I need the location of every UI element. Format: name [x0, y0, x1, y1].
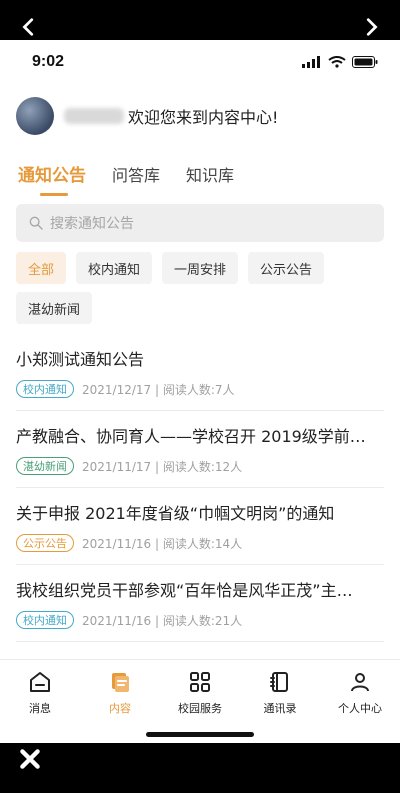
home-icon	[30, 672, 50, 692]
welcome-text: 欢迎您来到内容中心!	[128, 108, 279, 127]
home-indicator	[146, 732, 254, 737]
viewer-frame: 9:02 欢迎您来到内容中心! 通知公告 问答库 知识库 搜索通知公告 全部 校…	[0, 0, 400, 793]
filter-campus-notice[interactable]: 校内通知	[76, 252, 153, 284]
status-time: 9:02	[32, 53, 65, 70]
tab-notices[interactable]: 通知公告	[18, 161, 86, 196]
filter-chips: 全部 校内通知 一周安排 公示公告 湛幼新闻	[0, 242, 400, 324]
item-meta: 湛幼新闻 2021/11/17 | 阅读人数:12人	[16, 457, 384, 475]
search-placeholder: 搜索通知公告	[50, 216, 134, 232]
item-meta: 校内通知 2021/12/17 | 阅读人数:7人	[16, 380, 384, 398]
bottom-navigation: 消息 内容 校园服务 通讯录 个人中心	[0, 659, 400, 743]
content-tabs: 通知公告 问答库 知识库	[0, 140, 400, 196]
previous-arrow-icon[interactable]	[14, 12, 44, 42]
avatar[interactable]	[16, 97, 54, 135]
wifi-icon	[328, 56, 346, 68]
phone-screen: 9:02 欢迎您来到内容中心! 通知公告 问答库 知识库 搜索通知公告 全部 校…	[0, 40, 400, 743]
bottom-tab-contacts[interactable]: 通讯录	[244, 670, 316, 716]
grid-icon	[190, 672, 210, 692]
battery-icon	[352, 56, 378, 68]
item-date-reads: 2021/11/17 | 阅读人数:12人	[82, 459, 243, 474]
filter-news[interactable]: 湛幼新闻	[16, 292, 93, 324]
item-tag: 校内通知	[16, 380, 74, 398]
contacts-icon	[270, 672, 288, 692]
bottom-tab-messages[interactable]: 消息	[4, 670, 76, 716]
welcome-header: 欢迎您来到内容中心!	[0, 84, 400, 140]
item-tag: 公示公告	[16, 534, 74, 552]
content-icon	[112, 673, 129, 692]
bottom-tab-label: 内容	[109, 702, 131, 715]
item-date-reads: 2021/11/16 | 阅读人数:14人	[82, 536, 243, 551]
filter-weekly-schedule[interactable]: 一周安排	[162, 252, 239, 284]
item-date-reads: 2021/11/16 | 阅读人数:21人	[82, 613, 243, 628]
filter-all[interactable]: 全部	[16, 252, 67, 284]
item-title: 产教融合、协同育人——学校召开 2019级学前…	[16, 427, 366, 446]
bottom-tab-profile[interactable]: 个人中心	[324, 670, 396, 716]
search-icon	[29, 216, 43, 230]
close-icon[interactable]	[14, 743, 46, 775]
list-item[interactable]: 产教融合、协同育人——学校召开 2019级学前… 湛幼新闻 2021/11/17…	[16, 411, 384, 488]
status-icons	[302, 56, 378, 68]
status-bar: 9:02	[0, 40, 400, 84]
list-item[interactable]: 小郑测试通知公告 校内通知 2021/12/17 | 阅读人数:7人	[16, 334, 384, 411]
item-title: 关于申报 2021年度省级“巾帼文明岗”的通知	[16, 504, 335, 523]
list-item[interactable]: 我校组织党员干部参观“百年恰是风华正茂”主… 校内通知 2021/11/16 |…	[16, 565, 384, 642]
bottom-tab-label: 校园服务	[178, 702, 222, 715]
item-tag: 湛幼新闻	[16, 457, 74, 475]
item-tag: 校内通知	[16, 611, 74, 629]
bottom-tab-label: 消息	[29, 702, 51, 715]
blurred-username	[64, 108, 124, 124]
bottom-tab-label: 通讯录	[263, 702, 297, 715]
item-meta: 校内通知 2021/11/16 | 阅读人数:21人	[16, 611, 384, 629]
bottom-tab-label: 个人中心	[338, 702, 382, 715]
item-date-reads: 2021/12/17 | 阅读人数:7人	[82, 382, 235, 397]
item-title: 我校组织党员干部参观“百年恰是风华正茂”主…	[16, 581, 353, 600]
user-icon	[351, 673, 369, 692]
notice-list: 小郑测试通知公告 校内通知 2021/12/17 | 阅读人数:7人 产教融合、…	[0, 324, 400, 642]
signal-icon	[302, 56, 320, 68]
tab-knowledge[interactable]: 知识库	[186, 162, 234, 196]
bottom-tab-content[interactable]: 内容	[84, 670, 156, 716]
search-input[interactable]: 搜索通知公告	[16, 204, 384, 242]
next-arrow-icon[interactable]	[356, 12, 386, 42]
filter-public-notice[interactable]: 公示公告	[248, 252, 325, 284]
item-title: 小郑测试通知公告	[16, 350, 145, 369]
item-meta: 公示公告 2021/11/16 | 阅读人数:14人	[16, 534, 384, 552]
bottom-tab-campus-services[interactable]: 校园服务	[164, 670, 236, 716]
list-item[interactable]: 关于申报 2021年度省级“巾帼文明岗”的通知 公示公告 2021/11/16 …	[16, 488, 384, 565]
tab-qa[interactable]: 问答库	[112, 162, 160, 196]
